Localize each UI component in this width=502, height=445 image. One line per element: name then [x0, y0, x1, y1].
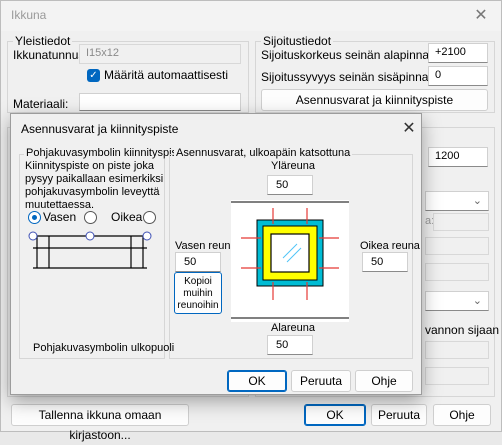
behind-dropdown-2[interactable]: ⌄: [425, 291, 489, 311]
material-field[interactable]: [79, 93, 241, 111]
close-icon[interactable]: ✕: [395, 118, 423, 140]
id-label: Ikkunatunnus:: [13, 48, 88, 62]
clearance-dialog: Asennusvarat ja kiinnityspiste ✕ Pohjaku…: [10, 113, 422, 395]
top-label: Yläreuna: [271, 160, 316, 172]
anchor-description: Kiinnityspiste on piste joka pysyy paika…: [25, 160, 164, 211]
general-legend: Yleistiedot: [13, 34, 73, 48]
sill-field[interactable]: +2100: [428, 43, 488, 63]
sill-label: Sijoituskorkeus seinän alapinnasta:: [261, 48, 449, 62]
anchor-legend: Pohjakuvasymbolin kiinnityspiste: [24, 147, 189, 159]
behind-field-2[interactable]: [425, 237, 489, 255]
dialog-help-button[interactable]: Ohje: [355, 370, 413, 392]
radio-right-label: Oikea: [111, 210, 143, 224]
material-label: Materiaali:: [13, 97, 69, 111]
auto-label: Määritä automaattisesti: [104, 68, 229, 82]
chevron-down-icon: ⌄: [472, 195, 482, 207]
window-title: Ikkuna: [11, 8, 47, 22]
close-icon[interactable]: ✕: [467, 5, 495, 27]
main-help-button[interactable]: Ohje: [433, 404, 491, 426]
plan-symbol-diagram: [28, 231, 152, 269]
save-to-library-button[interactable]: Tallenna ikkuna omaan kirjastoon...: [11, 404, 189, 442]
dialog-cancel-button[interactable]: Peruuta: [291, 370, 351, 392]
window-elevation-diagram: [231, 200, 349, 322]
left-field[interactable]: 50: [175, 252, 221, 272]
depth-label: Sijoitussyvyys seinän sisäpinnasta:: [261, 70, 448, 84]
clearance-legend: Asennusvarat, ulkoapäin katsottuna: [174, 147, 353, 159]
behind-dropdown-1[interactable]: ⌄: [425, 191, 489, 211]
outside-label: Pohjakuvasymbolin ulkopuoli: [33, 342, 175, 354]
radio-middle[interactable]: [84, 211, 97, 224]
width-field[interactable]: 1200: [428, 147, 488, 167]
radio-left-label: Vasen: [43, 210, 77, 224]
behind-field-5[interactable]: [425, 367, 489, 385]
left-label: Vasen reuna: [175, 240, 237, 252]
id-field[interactable]: I15x12: [79, 44, 241, 64]
bottom-label: Alareuna: [271, 322, 316, 334]
behind-field-1[interactable]: [433, 213, 489, 231]
copy-to-other-edges-button[interactable]: Kopioi muihin reunoihin: [174, 272, 222, 314]
dialog-title: Asennusvarat ja kiinnityspiste: [21, 122, 179, 136]
dialog-ok-button[interactable]: OK: [227, 370, 287, 392]
chevron-down-icon: ⌄: [472, 295, 482, 307]
main-ok-button[interactable]: OK: [304, 404, 366, 426]
placement-legend: Sijoitustiedot: [261, 34, 334, 48]
right-field[interactable]: 50: [362, 252, 408, 272]
depth-field[interactable]: 0: [428, 66, 488, 86]
bottom-field[interactable]: 50: [267, 335, 313, 355]
main-cancel-button[interactable]: Peruuta: [371, 404, 427, 426]
auto-checkbox[interactable]: ✓: [87, 69, 100, 82]
clearance-button[interactable]: Asennusvarat ja kiinnityspiste: [261, 89, 488, 111]
behind-partial-text: vannon sijaan: [425, 323, 500, 337]
right-label: Oikea reuna: [360, 240, 420, 252]
title-bar: Ikkuna ✕: [1, 1, 501, 31]
behind-field-3[interactable]: [425, 263, 489, 281]
radio-left[interactable]: [28, 211, 41, 224]
radio-right[interactable]: [143, 211, 156, 224]
behind-field-4[interactable]: [425, 341, 489, 359]
top-field[interactable]: 50: [267, 175, 313, 195]
